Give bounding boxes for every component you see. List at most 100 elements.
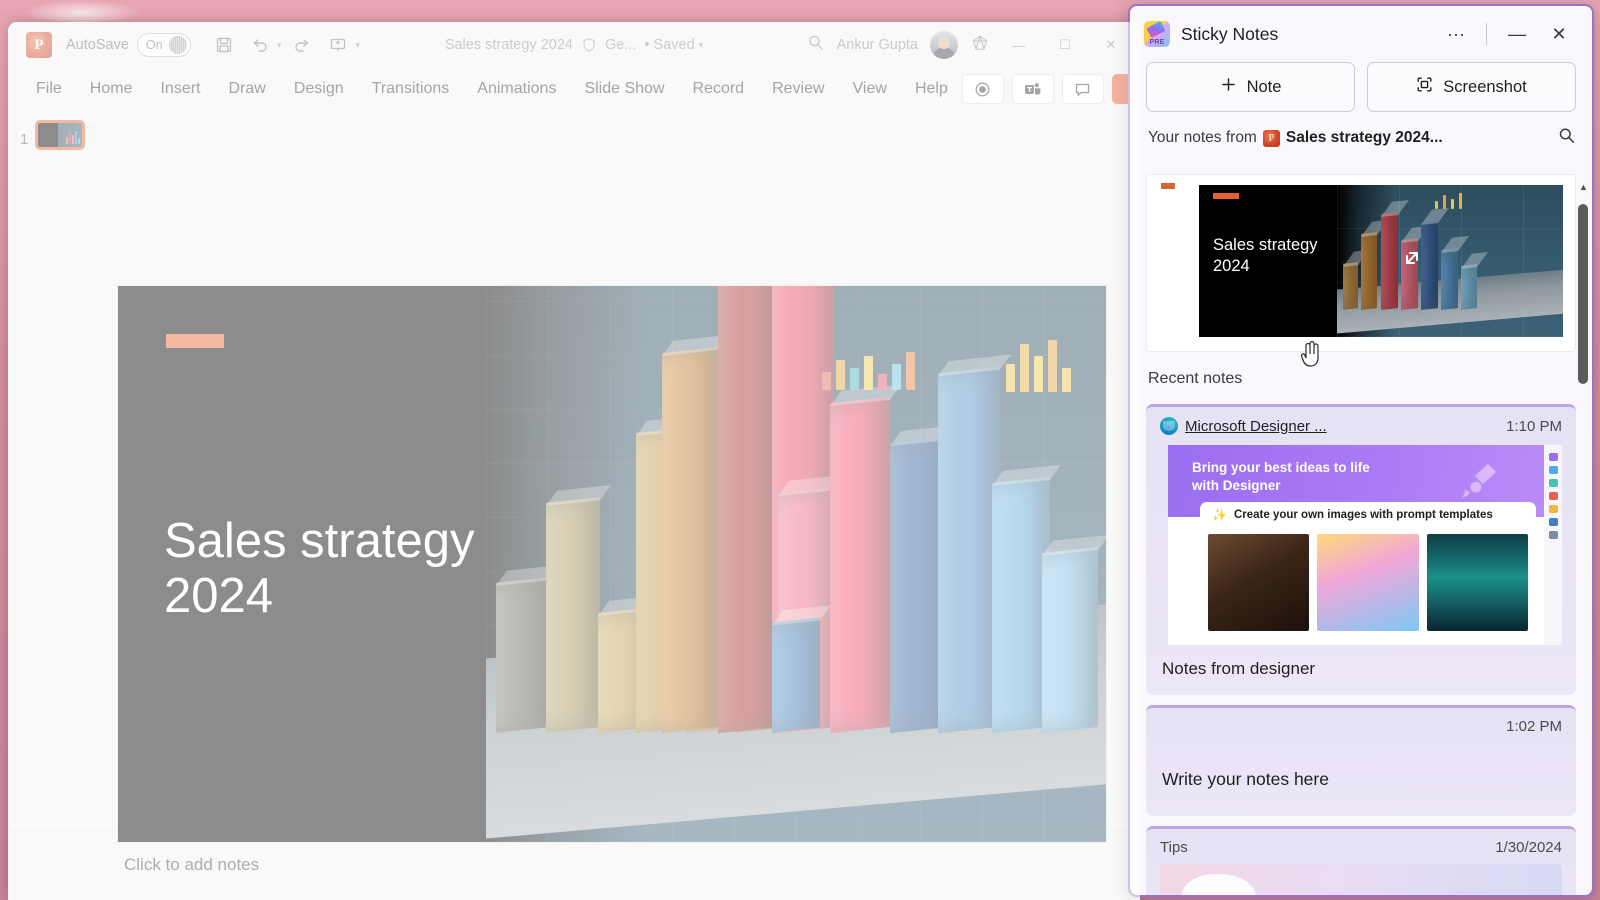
recent-notes-label: Recent notes <box>1148 370 1243 387</box>
tab-record[interactable]: Record <box>679 75 759 103</box>
notes-search-icon[interactable] <box>1557 126 1576 150</box>
copilot-icon[interactable] <box>970 33 990 58</box>
slide-thumbnail-row[interactable]: 1 <box>8 120 112 150</box>
note-header: Microsoft Designer ... 1:10 PM <box>1146 407 1576 439</box>
notes-source-prefix: Your notes from <box>1148 129 1257 146</box>
slide-thumbnail-panel[interactable]: 1 <box>8 110 112 830</box>
designer-banner-line1: Bring your best ideas to life <box>1192 460 1370 475</box>
scrollbar-thumb[interactable] <box>1578 204 1588 384</box>
qat-more-chevron-icon[interactable]: ▾ <box>355 40 360 51</box>
sticky-notes-action-bar: Note Screenshot <box>1130 62 1592 112</box>
teams-button[interactable] <box>1011 74 1054 104</box>
note-card-designer[interactable]: Microsoft Designer ... 1:10 PM Bring you… <box>1146 404 1576 695</box>
tab-transitions[interactable]: Transitions <box>358 75 464 103</box>
slide-thumbnail-1[interactable] <box>35 120 86 150</box>
template-thumb-character <box>1317 534 1419 631</box>
note-timestamp: 1:02 PM <box>1506 718 1562 735</box>
tab-design[interactable]: Design <box>280 75 358 103</box>
title-chevron-down-icon[interactable]: ▾ <box>699 40 704 51</box>
designer-screenshot-body: Bring your best ideas to life with Desig… <box>1168 445 1544 645</box>
maximize-button[interactable]: ☐ <box>1048 30 1082 60</box>
sensitivity-shield-icon <box>581 37 597 53</box>
sticky-close-button[interactable]: ✕ <box>1540 17 1578 51</box>
scroll-up-arrow-icon[interactable]: ▲ <box>1579 182 1588 192</box>
tab-draw[interactable]: Draw <box>214 75 279 103</box>
more-options-button[interactable]: ··· <box>1437 17 1475 51</box>
sticky-notes-scrollbar[interactable]: ▲ <box>1578 180 1588 840</box>
close-button[interactable]: ✕ <box>1094 30 1128 60</box>
undo-chevron-down-icon[interactable]: ▾ <box>277 40 282 51</box>
header-divider <box>1486 23 1487 45</box>
record-button[interactable] <box>961 74 1004 104</box>
note-header: Tips 1/30/2024 <box>1146 829 1576 860</box>
template-thumb-interior <box>1208 534 1310 631</box>
resize-arrow-icon[interactable] <box>1395 241 1429 275</box>
edge-icon <box>1160 417 1178 435</box>
tips-dot-shape <box>1216 896 1225 897</box>
note-body: Write your notes here <box>1162 769 1329 789</box>
notes-source-row: Your notes from P Sales strategy 2024... <box>1130 112 1592 160</box>
notes-placeholder: Click to add notes <box>124 854 260 874</box>
minimize-button[interactable]: — <box>1002 30 1036 60</box>
designer-side-rail <box>1544 445 1562 645</box>
tab-home[interactable]: Home <box>76 75 147 103</box>
hero-inset-minichart <box>1435 191 1463 209</box>
document-title: Sales strategy 2024 <box>444 37 573 53</box>
ribbon-action-group: ▾ <box>961 74 1140 104</box>
note-source-link[interactable]: Microsoft Designer ... <box>1185 418 1327 435</box>
note-card-blank[interactable]: 1:02 PM Write your notes here <box>1146 705 1576 816</box>
ribbon-tab-bar: File Home Insert Draw Design Transitions… <box>8 68 1140 110</box>
note-embedded-screenshot[interactable]: Bring your best ideas to life with Desig… <box>1168 445 1562 645</box>
plus-icon <box>1220 76 1237 98</box>
powerpoint-logo-icon: P <box>26 32 52 58</box>
tab-view[interactable]: View <box>839 75 901 103</box>
sticky-notes-window-controls: ··· — ✕ <box>1437 17 1578 51</box>
slide-stage: Sales strategy 2024 <box>112 110 1140 842</box>
hero-slide-thumbnail[interactable]: Sales strategy 2024 <box>1199 185 1563 337</box>
note-card-tips[interactable]: Tips 1/30/2024 <box>1146 826 1576 897</box>
designer-prompt-bar: ✨ Create your own images with prompt tem… <box>1200 502 1536 528</box>
tab-insert[interactable]: Insert <box>146 75 214 103</box>
screenshot-label: Screenshot <box>1443 77 1527 96</box>
autosave-state: On <box>145 38 163 52</box>
save-icon[interactable] <box>209 31 239 59</box>
magic-wand-icon: ✨ <box>1212 508 1227 522</box>
slide-canvas[interactable]: Sales strategy 2024 <box>118 286 1106 842</box>
new-note-button[interactable]: Note <box>1146 62 1355 112</box>
paintbrush-icon <box>1452 453 1506 507</box>
sticky-notes-app-icon <box>1144 21 1170 47</box>
notes-source-document: Sales strategy 2024... <box>1285 129 1443 146</box>
recent-notes-header: Recent notes <box>1130 340 1592 394</box>
note-timestamp: 1:10 PM <box>1506 417 1562 435</box>
search-icon[interactable] <box>806 33 825 57</box>
tab-animations[interactable]: Animations <box>463 75 570 103</box>
current-document-note-card[interactable]: Sales strategy 2024 <box>1146 174 1576 352</box>
comments-button[interactable] <box>1061 74 1104 104</box>
toggle-knob <box>168 36 187 54</box>
tab-review[interactable]: Review <box>758 75 838 103</box>
tab-slide-show[interactable]: Slide Show <box>570 75 678 103</box>
screenshot-button[interactable]: Screenshot <box>1367 62 1576 112</box>
sticky-minimize-button[interactable]: — <box>1498 17 1536 51</box>
tab-file[interactable]: File <box>22 75 76 103</box>
hero-chart-artwork <box>1337 185 1563 337</box>
tab-help[interactable]: Help <box>901 75 962 103</box>
autosave-label: AutoSave <box>66 37 129 53</box>
undo-icon[interactable] <box>245 31 275 59</box>
redo-icon[interactable] <box>287 31 317 59</box>
note-source-label: Tips <box>1160 839 1188 856</box>
autosave-toggle[interactable]: On <box>136 33 191 57</box>
sticky-notes-title: Sticky Notes <box>1181 23 1279 44</box>
note-header: 1:02 PM <box>1146 708 1576 739</box>
sticky-notes-scroll-area[interactable]: Sales strategy 2024 Recent notes Microso… <box>1130 174 1592 895</box>
note-body: Notes from designer <box>1162 659 1316 678</box>
slide-title-line1: Sales strategy <box>164 514 475 568</box>
designer-prompt-text: Create your own images with prompt templ… <box>1233 509 1493 521</box>
mouse-cursor-hand-icon <box>1298 338 1324 372</box>
screenshot-icon <box>1416 76 1433 98</box>
note-timestamp: 1/30/2024 <box>1495 839 1562 856</box>
template-thumb-aurora <box>1426 534 1528 631</box>
present-icon[interactable] <box>323 31 353 59</box>
avatar[interactable] <box>930 31 958 59</box>
sticky-notes-header: Sticky Notes ··· — ✕ <box>1130 6 1592 62</box>
